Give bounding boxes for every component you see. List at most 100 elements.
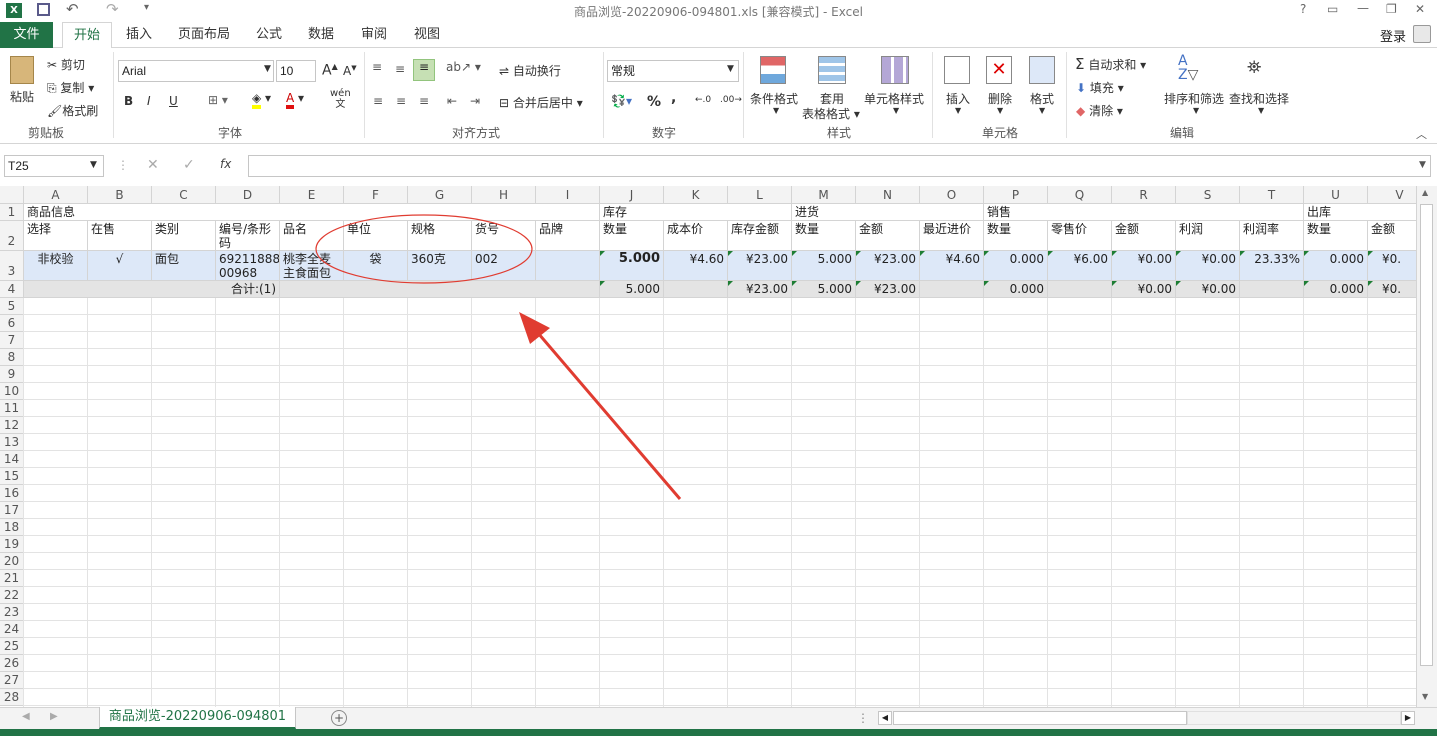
- tab-page-layout[interactable]: 页面布局: [170, 22, 238, 48]
- paste-icon[interactable]: [10, 56, 34, 84]
- worksheet-grid[interactable]: ABCDEFGHIJKLMNOPQRSTUV 1 2 3 4 5 6 7 8 9 10 11 12 13…: [0, 186, 1416, 707]
- hscroll-left-icon[interactable]: ◀: [878, 711, 892, 725]
- tab-insert[interactable]: 插入: [118, 22, 160, 48]
- delete-cells-button[interactable]: 删除: [988, 90, 1012, 107]
- clear-button[interactable]: ◆ 清除 ▾: [1076, 102, 1123, 119]
- tab-data[interactable]: 数据: [300, 22, 342, 48]
- binoculars-icon[interactable]: ⛯: [1247, 57, 1261, 78]
- chevron-down-icon: ▼: [264, 64, 271, 74]
- enter-icon[interactable]: ✓: [183, 157, 195, 173]
- tab-view[interactable]: 视图: [406, 22, 448, 48]
- group-label-editing: 编辑: [1170, 126, 1195, 140]
- sort-filter-icon[interactable]: A Z▽: [1178, 54, 1198, 82]
- cell-styles-icon[interactable]: [881, 56, 909, 84]
- tab-formulas[interactable]: 公式: [248, 22, 290, 48]
- scroll-down-icon[interactable]: ▼: [1422, 692, 1428, 701]
- ribbon-home: 粘贴 ✂ 剪切 ⎘ 复制 ▾ 🖌格式刷 剪贴板 Arial ▼ 10 A▲ A▼…: [0, 48, 1437, 144]
- font-size-select[interactable]: 10: [276, 60, 316, 82]
- scroll-thumb[interactable]: [1420, 204, 1433, 666]
- insert-cells-button[interactable]: 插入: [946, 90, 970, 107]
- insert-function-button[interactable]: fx: [220, 157, 231, 171]
- name-box[interactable]: T25: [4, 155, 104, 177]
- close-button[interactable]: ✕: [1415, 2, 1425, 16]
- delete-cells-icon[interactable]: ✕: [986, 56, 1012, 84]
- chevron-down-icon: ▼: [1193, 106, 1200, 115]
- conditional-format-icon[interactable]: [760, 56, 786, 84]
- conditional-format-button[interactable]: 条件格式: [750, 90, 798, 107]
- increase-indent-icon[interactable]: ⇥: [470, 94, 480, 108]
- collapse-ribbon-icon[interactable]: ︿: [1416, 126, 1427, 142]
- paste-button[interactable]: 粘贴: [10, 88, 34, 105]
- ribbon-tabs: 文件 开始 插入 页面布局 公式 数据 审阅 视图 登录: [0, 22, 1437, 49]
- align-middle-icon[interactable]: ≡: [395, 62, 405, 76]
- copy-button[interactable]: ⎘ 复制 ▾: [47, 79, 94, 96]
- expand-formula-icon[interactable]: ▼: [1419, 160, 1426, 170]
- borders-icon[interactable]: ⊞ ▾: [208, 93, 228, 107]
- align-right-icon[interactable]: ≡: [419, 94, 429, 108]
- align-center-icon[interactable]: ≡: [396, 94, 406, 108]
- percent-button[interactable]: %: [647, 94, 661, 110]
- phonetic-icon[interactable]: wén 文: [330, 88, 351, 110]
- chevron-down-icon: ▼: [955, 106, 962, 115]
- group-label-clipboard: 剪贴板: [28, 126, 65, 140]
- fill-color-icon[interactable]: ◈ ▾: [252, 91, 271, 109]
- minimize-button[interactable]: —: [1357, 1, 1369, 15]
- cut-button[interactable]: ✂ 剪切: [47, 56, 85, 73]
- hscroll-thumb[interactable]: [893, 711, 1187, 725]
- decrease-decimal-icon[interactable]: .00→: [720, 95, 742, 105]
- find-select-button[interactable]: 查找和选择: [1229, 90, 1289, 107]
- format-as-table-button-2[interactable]: 表格格式 ▾: [802, 105, 860, 122]
- align-bottom-icon[interactable]: ≡: [413, 59, 435, 81]
- hscroll-track[interactable]: [1187, 711, 1401, 725]
- sort-filter-button[interactable]: 排序和筛选: [1164, 90, 1224, 107]
- fill-button[interactable]: ⬇ 填充 ▾: [1076, 79, 1124, 96]
- tab-file[interactable]: 文件: [0, 22, 53, 48]
- format-painter-button[interactable]: 🖌格式刷: [47, 102, 98, 119]
- wrap-text-button[interactable]: ⇌ 自动换行: [499, 62, 561, 79]
- formula-input[interactable]: [248, 155, 1431, 177]
- format-cells-button[interactable]: 格式: [1030, 90, 1054, 107]
- italic-button[interactable]: I: [147, 94, 151, 108]
- orientation-icon[interactable]: ab↗ ▾: [446, 60, 481, 74]
- tab-split-icon[interactable]: ⋮: [857, 711, 869, 725]
- shrink-font-button[interactable]: A▼: [343, 64, 357, 78]
- add-sheet-icon[interactable]: +: [331, 710, 347, 726]
- cancel-icon[interactable]: ✕: [147, 157, 159, 173]
- tab-home[interactable]: 开始: [62, 22, 112, 49]
- underline-button[interactable]: U: [169, 94, 178, 108]
- decrease-indent-icon[interactable]: ⇤: [447, 94, 457, 108]
- grow-font-button[interactable]: A▲: [322, 62, 338, 79]
- format-cells-icon[interactable]: [1029, 56, 1055, 84]
- vertical-scrollbar[interactable]: ▲ ▼: [1416, 186, 1437, 707]
- sheet-tab-active[interactable]: 商品浏览-20220906-094801: [99, 707, 296, 729]
- sign-in-link[interactable]: 登录: [1380, 26, 1406, 45]
- more-icon: ⋮: [117, 158, 129, 172]
- hscroll-right-icon[interactable]: ▶: [1401, 711, 1415, 725]
- prev-sheet-icon[interactable]: ◀: [22, 711, 30, 722]
- bold-button[interactable]: B: [124, 94, 133, 108]
- maximize-button[interactable]: ❐: [1386, 2, 1397, 16]
- font-name-select[interactable]: Arial: [118, 60, 274, 82]
- autosum-button[interactable]: Σ 自动求和 ▾: [1075, 55, 1146, 73]
- align-left-icon[interactable]: ≡: [373, 94, 383, 108]
- user-avatar-icon[interactable]: [1413, 25, 1431, 43]
- next-sheet-icon[interactable]: ▶: [50, 711, 58, 722]
- group-label-font: 字体: [218, 126, 243, 140]
- title-bar: X ↶ ↷ ▾ 商品浏览-20220906-094801.xls [兼容模式] …: [0, 0, 1437, 22]
- increase-decimal-icon[interactable]: ←.0: [695, 95, 711, 105]
- merge-center-button[interactable]: ⊟ 合并后居中 ▾: [499, 94, 583, 111]
- ribbon-display-button[interactable]: ▭: [1327, 2, 1338, 16]
- scroll-up-icon[interactable]: ▲: [1422, 188, 1428, 197]
- format-as-table-icon[interactable]: [818, 56, 846, 84]
- tab-review[interactable]: 审阅: [353, 22, 395, 48]
- number-format-select[interactable]: 常规: [607, 60, 739, 82]
- align-top-icon[interactable]: ≡: [372, 60, 382, 74]
- accounting-format-icon[interactable]: 💱▾: [611, 94, 632, 108]
- insert-cells-icon[interactable]: [944, 56, 970, 84]
- font-color-icon[interactable]: A ▾: [286, 91, 304, 109]
- group-label-number: 数字: [652, 126, 677, 140]
- help-button[interactable]: ?: [1300, 2, 1306, 16]
- comma-button[interactable]: ,: [671, 90, 676, 106]
- cell-styles-button[interactable]: 单元格样式: [864, 90, 924, 107]
- annotation-ellipse: [315, 214, 533, 284]
